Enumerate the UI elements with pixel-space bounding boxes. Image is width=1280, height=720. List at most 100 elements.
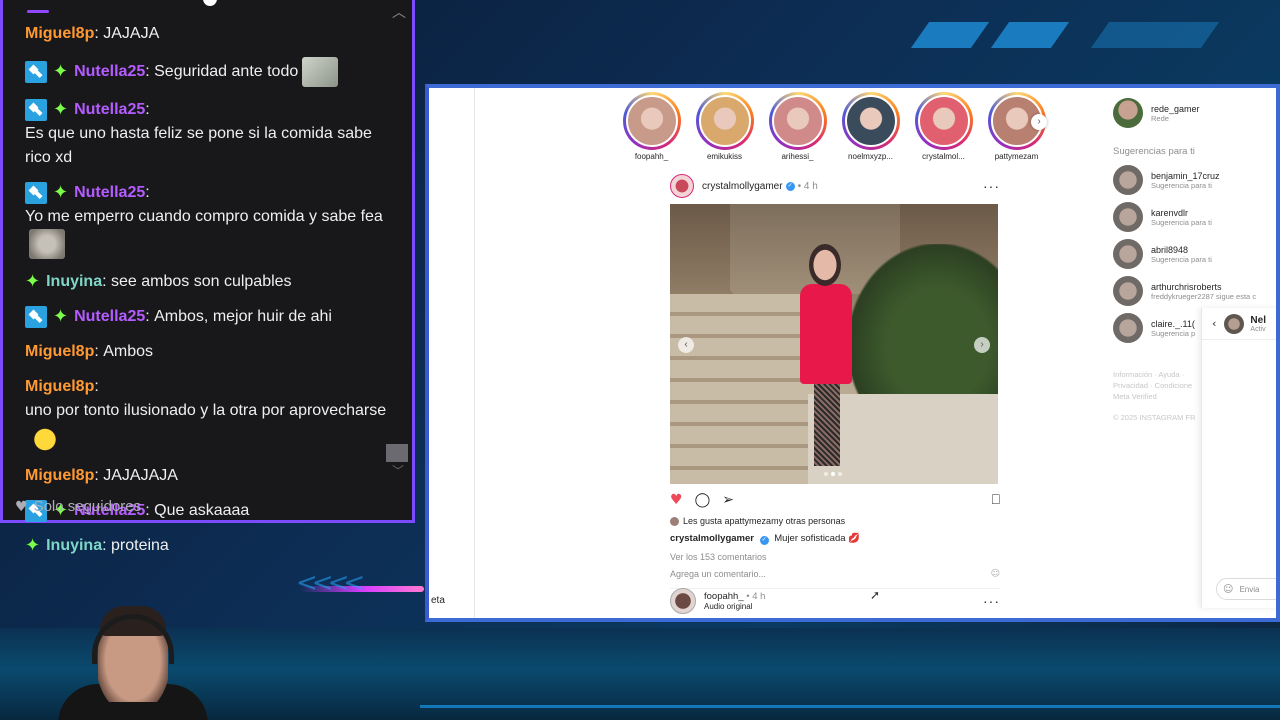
suggestion-avatar[interactable]: [1113, 202, 1143, 232]
chat-mode-label: Solo seguidores: [33, 498, 142, 515]
story-item[interactable]: arihessi_: [767, 92, 828, 161]
dm-contact-avatar[interactable]: [1224, 313, 1245, 334]
suggestion-username[interactable]: arthurchrisroberts: [1151, 282, 1256, 292]
chat-separator: :: [145, 63, 155, 80]
emoji-icon[interactable]: ☺: [991, 569, 1000, 579]
suggestion-avatar[interactable]: [1113, 239, 1143, 269]
add-comment-field[interactable]: Agrega un comentario... ☺: [670, 569, 1000, 589]
post-image[interactable]: ‹ ›: [670, 204, 998, 484]
share-icon[interactable]: ➢: [722, 492, 734, 508]
story-item[interactable]: emikukiss: [694, 92, 755, 161]
moderator-badge-icon[interactable]: [25, 306, 47, 328]
current-account[interactable]: rede_gamer Rede: [1113, 98, 1276, 128]
chevron-up-icon[interactable]: ︿: [392, 2, 406, 22]
like-heart-icon[interactable]: ♥: [670, 492, 683, 508]
chat-separator: :: [94, 343, 104, 360]
next-post-audio[interactable]: Audio original: [704, 602, 765, 611]
moderator-badge-icon[interactable]: [25, 61, 47, 83]
caption-user[interactable]: crystalmollygamer: [670, 533, 754, 544]
post-author-name[interactable]: crystalmollygamer: [702, 181, 783, 192]
chat-username[interactable]: Nutella25: [74, 98, 145, 122]
emoji-icon[interactable]: ☺: [1223, 584, 1233, 595]
sparkle-badge-icon[interactable]: ✦: [53, 181, 68, 205]
carousel-prev-icon[interactable]: ‹: [678, 337, 694, 353]
chat-scrollbar[interactable]: [386, 444, 408, 462]
comment-icon[interactable]: ◯: [695, 492, 711, 508]
story-item[interactable]: crystalmol...: [913, 92, 974, 161]
chat-emote-icon[interactable]: [302, 57, 339, 87]
suggestion-reason: Sugerencia para ti: [1151, 217, 1212, 227]
story-avatar: [917, 95, 970, 147]
dm-input-placeholder: Envia: [1239, 584, 1260, 594]
more-options-icon[interactable]: ···: [983, 178, 1000, 194]
suggestion-item[interactable]: abril8948 Sugerencia para ti: [1113, 239, 1276, 269]
chevron-down-icon[interactable]: ﹀: [392, 462, 404, 479]
sidebar-more-label[interactable]: eta: [431, 595, 445, 606]
suggestion-avatar[interactable]: [1113, 165, 1143, 195]
story-item[interactable]: foopahh_: [621, 92, 682, 161]
chat-emote-icon[interactable]: [29, 229, 65, 259]
instagram-sidebar: eta: [429, 88, 475, 618]
story-username: arihessi_: [781, 152, 814, 161]
bookmark-icon[interactable]: ⎕: [992, 492, 1000, 508]
current-account-username[interactable]: rede_gamer: [1151, 104, 1200, 114]
dm-message-input[interactable]: ☺ Envia: [1216, 578, 1276, 600]
chat-username[interactable]: Miguel8p: [25, 464, 94, 488]
story-item[interactable]: noelmxyzp...: [840, 92, 901, 161]
story-avatar: [771, 95, 824, 147]
chat-username[interactable]: Miguel8p: [25, 22, 94, 46]
suggestion-avatar[interactable]: [1113, 276, 1143, 306]
suggestion-item[interactable]: arthurchrisroberts freddykrueger2287 sigu…: [1113, 276, 1276, 306]
sparkle-badge-icon[interactable]: ✦: [53, 60, 68, 84]
chat-topbar: ︿: [3, 0, 412, 22]
sparkle-badge-icon[interactable]: ✦: [53, 305, 68, 329]
verified-badge-icon: ✓: [785, 181, 795, 191]
chat-username[interactable]: Miguel8p: [25, 375, 94, 399]
chat-emote-icon[interactable]: [29, 423, 61, 453]
chat-separator: :: [94, 25, 104, 42]
chat-username[interactable]: Nutella25: [74, 181, 145, 205]
chat-username[interactable]: Nutella25: [74, 60, 145, 84]
sparkle-badge-icon[interactable]: ✦: [53, 98, 68, 122]
chat-separator: :: [94, 467, 104, 484]
suggestion-username[interactable]: claire._.11(: [1151, 319, 1195, 329]
stories-next-icon[interactable]: ›: [1031, 114, 1047, 130]
chat-username[interactable]: Inuyina: [46, 534, 102, 558]
post-author-avatar[interactable]: [670, 174, 694, 198]
current-account-avatar[interactable]: [1113, 98, 1143, 128]
moderator-badge-icon[interactable]: [25, 182, 47, 204]
photo-stairs: [670, 294, 820, 484]
next-post-author[interactable]: foopahh_: [704, 591, 744, 602]
post-likes: Les gusta a pattymezam y otras personas: [670, 516, 1000, 526]
background-chevrons: <<<<: [296, 568, 365, 598]
sparkle-badge-icon[interactable]: ✦: [25, 270, 40, 294]
chat-message-text: JAJAJAJA: [103, 467, 178, 484]
next-post-avatar[interactable]: [670, 588, 696, 614]
chevron-left-icon[interactable]: ‹: [1212, 317, 1216, 330]
suggestion-username[interactable]: benjamin_17cruz: [1151, 171, 1220, 181]
carousel-dots: [824, 472, 842, 476]
moderator-badge-icon[interactable]: [25, 99, 47, 121]
sparkle-badge-icon[interactable]: ✦: [25, 534, 40, 558]
carousel-next-icon[interactable]: ›: [974, 337, 990, 353]
chat-username[interactable]: Inuyina: [46, 270, 102, 294]
suggestion-avatar[interactable]: [1113, 313, 1143, 343]
chat-message-text: see ambos son culpables: [111, 273, 292, 290]
suggestion-username[interactable]: abril8948: [1151, 245, 1212, 255]
chat-message-text: Es que uno hasta feliz se pone si la com…: [25, 125, 372, 166]
chat-message: ✦ Nutella25: Es que uno hasta feliz se po…: [25, 98, 390, 170]
more-options-icon[interactable]: ···: [983, 593, 1000, 609]
footer-links[interactable]: Información · Ayuda · Privacidad · Condi…: [1113, 369, 1203, 402]
suggestion-username[interactable]: karenvdlr: [1151, 208, 1212, 218]
suggestion-item[interactable]: benjamin_17cruz Sugerencia para ti: [1113, 165, 1276, 195]
view-comments-link[interactable]: Ver los 153 comentarios: [670, 552, 1000, 562]
post-actions: ♥ ◯ ➢ ⎕: [670, 486, 1000, 514]
chat-separator: :: [102, 537, 111, 554]
chat-message-text: Yo me emperro cuando compro comida y sab…: [25, 208, 383, 225]
chat-username[interactable]: Miguel8p: [25, 340, 94, 364]
chat-username[interactable]: Nutella25: [74, 305, 145, 329]
likes-user[interactable]: pattymezam: [730, 516, 779, 526]
chat-highlight-bar: [27, 10, 49, 13]
caption-text: Mujer sofisticada 💋: [774, 533, 860, 544]
suggestion-item[interactable]: karenvdlr Sugerencia para ti: [1113, 202, 1276, 232]
